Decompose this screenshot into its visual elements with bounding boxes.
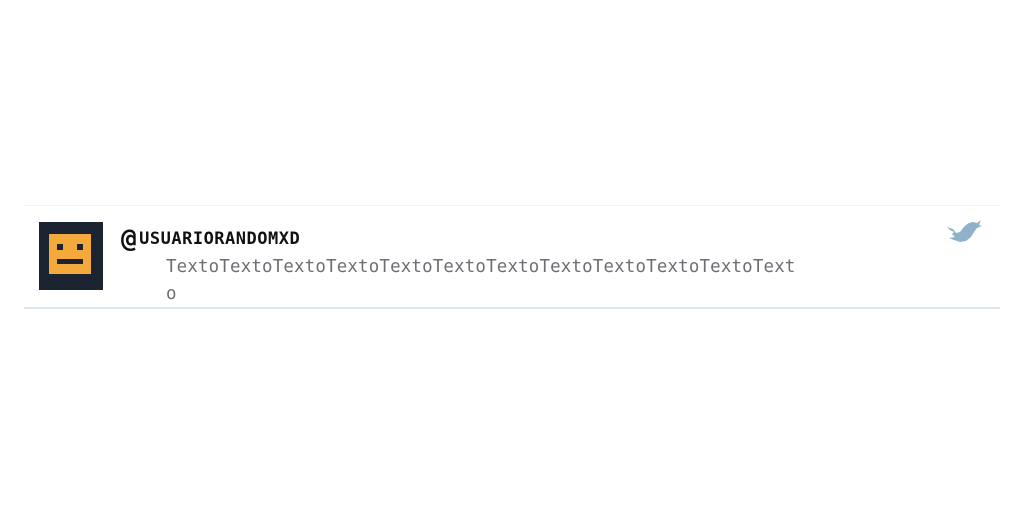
tweet-text: TextoTextoTextoTextoTextoTextoTextoTexto…: [166, 257, 796, 304]
avatar-right-eye: [77, 244, 83, 250]
tweet-card: @ USUARIORANDOMXD TextoTextoTextoTextoTe…: [24, 205, 1000, 309]
avatar-mouth: [57, 259, 83, 264]
avatar[interactable]: [39, 222, 103, 290]
at-symbol: @: [121, 224, 138, 254]
avatar-left-eye: [57, 244, 63, 250]
pixel-robot-face-icon: [49, 234, 91, 274]
twitter-bird-icon: [947, 220, 982, 242]
user-handle[interactable]: @ USUARIORANDOMXD: [121, 226, 300, 252]
username: USUARIORANDOMXD: [139, 229, 301, 249]
